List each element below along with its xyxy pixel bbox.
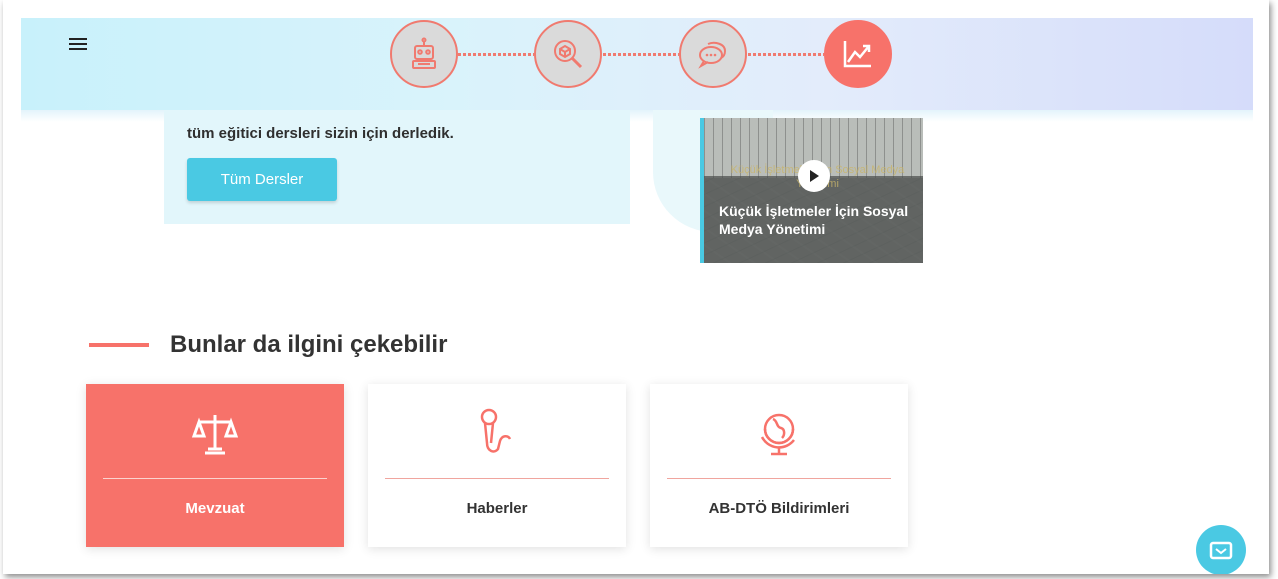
section-accent-line	[89, 343, 149, 347]
tile-label: AB-DTÖ Bildirimleri	[708, 500, 850, 517]
play-icon	[810, 170, 819, 182]
tile-divider	[667, 478, 891, 479]
video-card[interactable]: Küçük İşletmeler İçin Sosyal Medya Yönet…	[700, 118, 923, 263]
robot-icon	[412, 37, 436, 69]
step-chat[interactable]	[679, 20, 747, 88]
step-connector	[748, 53, 824, 56]
lessons-card: tüm eğitici dersleri sizin için derledik…	[164, 110, 630, 224]
tile-label: Mevzuat	[185, 500, 245, 517]
tile-haberler[interactable]: Haberler	[368, 384, 626, 547]
box-search-icon	[554, 40, 583, 69]
step-box-search[interactable]	[534, 20, 602, 88]
top-header	[21, 18, 1253, 122]
step-robot[interactable]	[390, 20, 458, 88]
tile-label: Haberler	[466, 500, 528, 517]
trend-chart-icon	[843, 41, 871, 68]
tile-divider	[103, 478, 327, 479]
globe-icon	[760, 413, 795, 456]
all-lessons-button[interactable]: Tüm Dersler	[187, 158, 337, 201]
step-connector	[603, 53, 679, 56]
hamburger-menu-icon[interactable]	[69, 38, 87, 50]
page-frame: tüm eğitici dersleri sizin için derledik…	[3, 0, 1269, 574]
tile-mevzuat[interactable]: Mevzuat	[86, 384, 344, 547]
step-connector	[458, 53, 534, 56]
step-trend[interactable]	[824, 20, 892, 88]
video-title: Küçük İşletmeler İçin Sosyal Medya Yönet…	[719, 203, 909, 237]
chat-bubbles-icon	[698, 41, 727, 69]
section-title: Bunlar da ilgini çekebilir	[170, 331, 448, 358]
chat-button[interactable]	[1196, 525, 1246, 574]
microphone-icon	[480, 408, 512, 453]
tile-ab-dto[interactable]: AB-DTÖ Bildirimleri	[650, 384, 908, 547]
play-button[interactable]	[798, 160, 830, 192]
tile-divider	[385, 478, 609, 479]
chat-icon	[1209, 541, 1233, 560]
scales-icon	[191, 415, 239, 455]
lessons-description: tüm eğitici dersleri sizin için derledik…	[187, 125, 454, 142]
